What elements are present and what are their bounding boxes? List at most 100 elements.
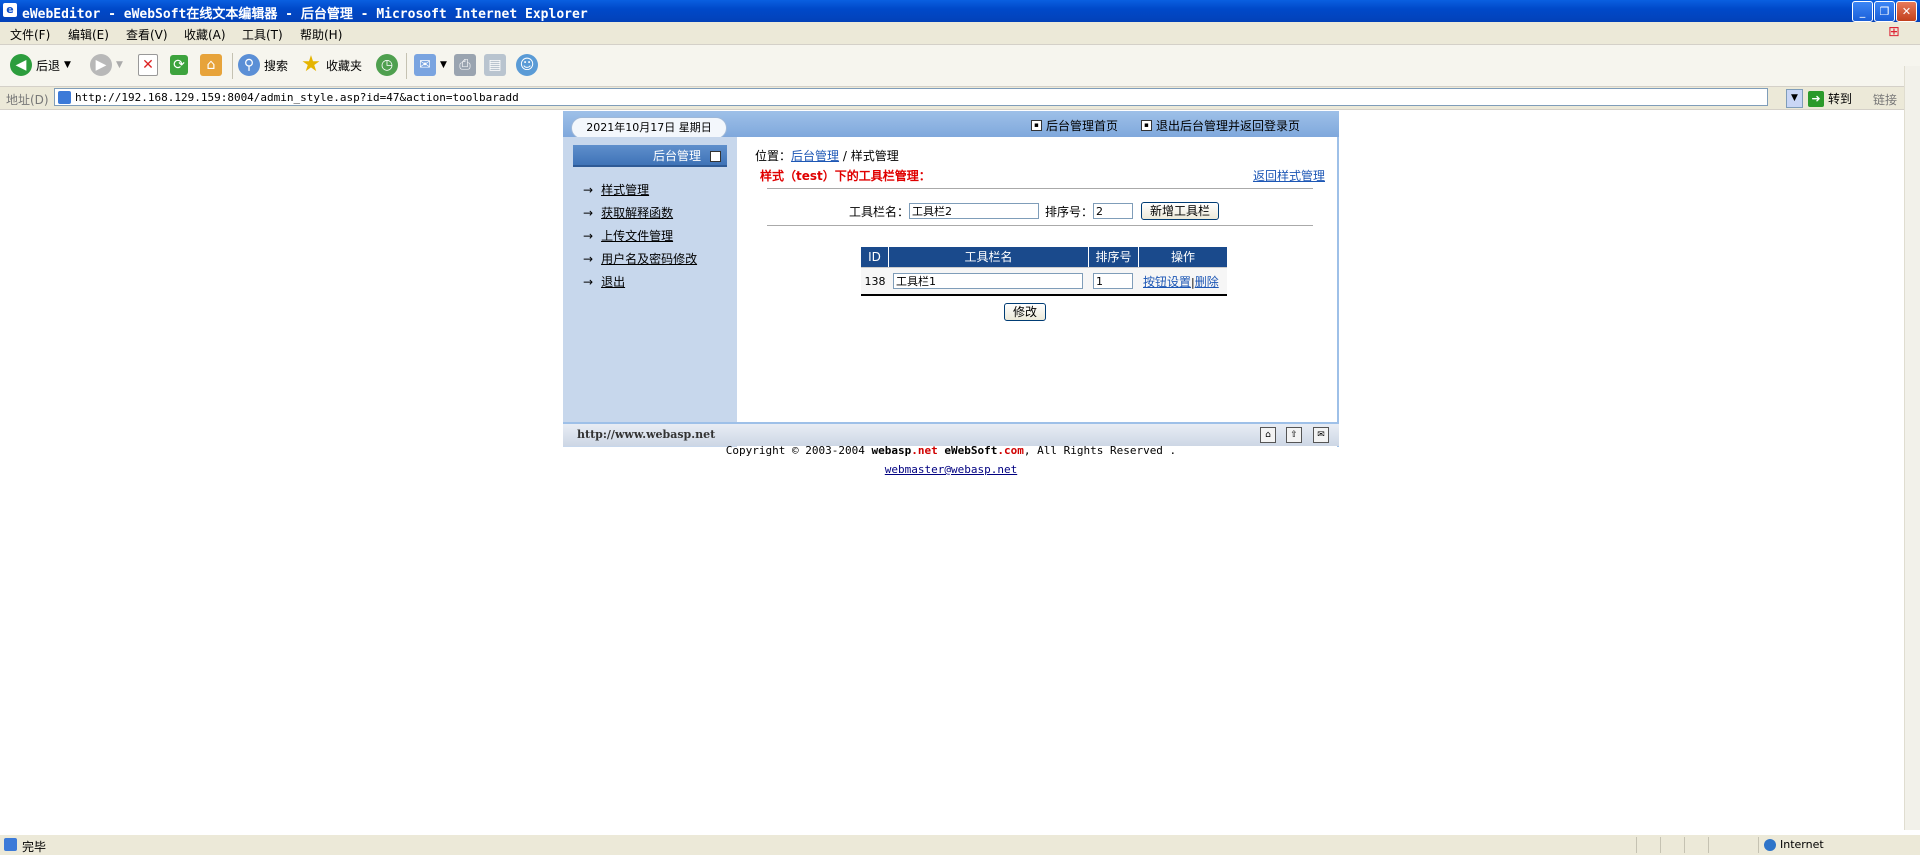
chevron-down-icon: ▼ [64, 60, 71, 70]
stop-icon: ✕ [138, 54, 158, 76]
sidebar-item-label[interactable]: 用户名及密码修改 [601, 250, 697, 267]
edit-button[interactable]: ▤ [484, 53, 506, 77]
menu-file[interactable]: 文件(F) [10, 26, 50, 43]
order-label: 排序号： [1045, 204, 1094, 219]
links-label[interactable]: 链接 [1873, 91, 1897, 108]
sidebar-item-upload[interactable]: → 上传文件管理 [583, 227, 673, 244]
mail-icon[interactable]: ✉ [1313, 427, 1329, 443]
row-name-input[interactable] [893, 273, 1083, 289]
print-button[interactable]: ⎙ [454, 53, 476, 77]
status-separator [1636, 837, 1637, 853]
menu-help[interactable]: 帮助(H) [300, 26, 342, 43]
copyright-site2-tld: .com [997, 444, 1024, 457]
address-dropdown[interactable]: ▼ [1786, 89, 1803, 108]
go-arrow-icon: ➜ [1808, 90, 1824, 107]
go-label: 转到 [1828, 92, 1853, 106]
divider [767, 188, 1313, 190]
footer-bar: http://www.webasp.net ⌂ ⇧ ✉ [563, 422, 1339, 446]
row-order-input[interactable] [1093, 273, 1133, 289]
logout-return-link[interactable]: ▪ 退出后台管理并返回登录页 [1141, 117, 1300, 134]
zone-label: Internet [1780, 838, 1824, 851]
delete-link[interactable]: 删除 [1195, 275, 1219, 289]
toolbar-name-label: 工具栏名： [849, 204, 910, 219]
status-bar: 完毕 Internet [0, 834, 1920, 855]
copyright-site1: webasp [871, 444, 912, 457]
page-top-bar: 2021年10月17日 星期日 ▪ 后台管理首页 ▪ 退出后台管理并返回登录页 [563, 111, 1339, 139]
arrow-icon: → [583, 182, 594, 197]
bullet-icon: ▪ [1031, 120, 1042, 131]
back-button[interactable]: ◀ 后退 ▼ [10, 53, 71, 77]
sidebar-item-label[interactable]: 上传文件管理 [601, 227, 673, 244]
modify-button[interactable]: 修改 [1004, 303, 1047, 321]
toolbar-name-input[interactable] [909, 203, 1040, 219]
status-separator [1684, 837, 1685, 853]
chevron-down-icon: ▼ [116, 60, 123, 70]
column-header-id: ID [861, 247, 889, 267]
address-input[interactable]: http://192.168.129.159:8004/admin_style.… [54, 88, 1768, 106]
sidebar-item-label[interactable]: 获取解释函数 [601, 204, 673, 221]
maximize-button[interactable]: ❐ [1874, 1, 1895, 22]
breadcrumb-admin-link[interactable]: 后台管理 [791, 149, 839, 163]
sidebar-item-password[interactable]: → 用户名及密码修改 [583, 250, 697, 267]
menu-view[interactable]: 查看(V) [126, 26, 168, 43]
main-content: 位置：后台管理 / 样式管理 样式（test）下的工具栏管理： 返回样式管理 工… [737, 137, 1339, 447]
add-toolbar-form: 工具栏名： 排序号： 新增工具栏 [849, 202, 1220, 220]
minimize-button[interactable]: _ [1852, 1, 1873, 22]
search-button[interactable]: ⚲ 搜索 [238, 53, 288, 77]
history-button[interactable]: ◷ [376, 53, 398, 77]
status-separator [1758, 837, 1759, 853]
page-icon [4, 838, 17, 851]
column-header-name: 工具栏名 [889, 247, 1089, 267]
admin-home-link[interactable]: ▪ 后台管理首页 [1031, 117, 1118, 134]
menu-favorites[interactable]: 收藏(A) [184, 26, 226, 43]
sidebar-item-style[interactable]: → 样式管理 [583, 181, 649, 198]
up-icon[interactable]: ⇧ [1286, 427, 1302, 443]
breadcrumb-separator: / [839, 149, 851, 163]
stop-button[interactable]: ✕ [138, 53, 158, 77]
address-label: 地址(D) [6, 93, 49, 107]
column-header-action: 操作 [1139, 247, 1227, 267]
search-icon: ⚲ [238, 54, 260, 76]
collapse-icon[interactable]: + [710, 151, 721, 162]
menu-bar: 文件(F) 编辑(E) 查看(V) 收藏(A) 工具(T) 帮助(H) ⊞ [0, 22, 1920, 45]
back-to-styles-link[interactable]: 返回样式管理 [1253, 167, 1325, 184]
menu-edit[interactable]: 编辑(E) [68, 26, 109, 43]
go-button[interactable]: ➜ 转到 [1808, 90, 1852, 107]
sidebar-item-logout[interactable]: → 退出 [583, 273, 625, 290]
vertical-scrollbar[interactable] [1904, 66, 1920, 830]
order-input[interactable] [1093, 203, 1134, 219]
sidebar-item-label[interactable]: 退出 [601, 273, 625, 290]
home-button[interactable]: ⌂ [200, 53, 222, 77]
close-button[interactable]: ✕ [1896, 1, 1917, 22]
table-header: ID 工具栏名 排序号 操作 [861, 247, 1227, 267]
status-text: 完毕 [22, 840, 47, 854]
email-link[interactable]: webmaster@webasp.net [885, 463, 1017, 476]
table-row: 138 按钮设置|删除 [861, 267, 1227, 294]
refresh-icon: ⟳ [170, 55, 188, 75]
button-settings-link[interactable]: 按钮设置 [1143, 275, 1191, 289]
copyright-site2: eWebSoft [944, 444, 998, 457]
add-toolbar-button[interactable]: 新增工具栏 [1141, 202, 1220, 220]
refresh-button[interactable]: ⟳ [170, 53, 188, 77]
home-icon[interactable]: ⌂ [1260, 427, 1276, 443]
menu-tools[interactable]: 工具(T) [242, 26, 283, 43]
bullet-icon: ▪ [1141, 120, 1152, 131]
sidebar-item-functions[interactable]: → 获取解释函数 [583, 204, 673, 221]
history-icon: ◷ [376, 54, 398, 76]
footer-url: http://www.webasp.net [577, 428, 716, 441]
sidebar-item-label[interactable]: 样式管理 [601, 181, 649, 198]
toolbar-separator [406, 53, 407, 79]
column-header-order: 排序号 [1089, 247, 1139, 267]
toolbar: ◀ 后退 ▼ ▶ ▼ ✕ ⟳ ⌂ ⚲ 搜索 ★ 收藏夹 ◷ ✉ ▼ ⎙ ▤ ☺ [0, 45, 1920, 87]
mail-button[interactable]: ✉ ▼ [414, 53, 447, 77]
messenger-button[interactable]: ☺ [516, 53, 538, 77]
page-heading: 样式（test）下的工具栏管理： [760, 169, 931, 183]
forward-button[interactable]: ▶ ▼ [90, 53, 123, 77]
favorites-button[interactable]: ★ 收藏夹 [300, 53, 362, 77]
mail-icon: ✉ [414, 54, 436, 76]
favorites-label: 收藏夹 [326, 58, 363, 73]
search-label: 搜索 [264, 58, 289, 73]
security-zone: Internet [1764, 838, 1824, 851]
contact-email: webmaster@webasp.net [563, 463, 1339, 476]
back-label: 后退 [36, 58, 61, 73]
